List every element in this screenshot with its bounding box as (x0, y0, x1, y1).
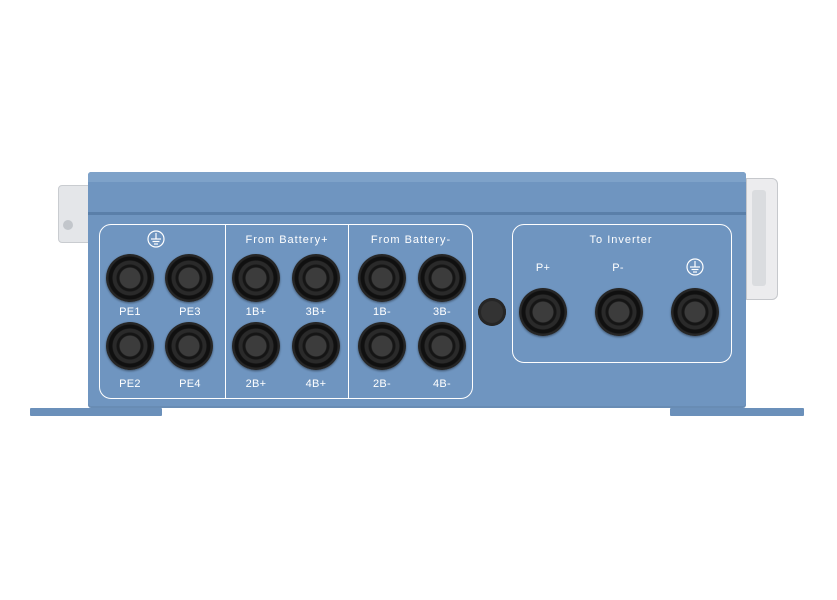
label-4b-plus: 4B+ (305, 378, 327, 390)
cable-gland-4b-minus (418, 322, 466, 370)
mounting-foot-right (670, 408, 804, 416)
header-from-battery-minus: From Battery- (370, 234, 452, 246)
label-p-plus: P+ (535, 262, 551, 274)
enclosure-lid (88, 172, 746, 182)
ground-symbol-icon (147, 230, 165, 248)
cable-gland-2b-minus (358, 322, 406, 370)
cable-gland-p-plus (519, 288, 567, 336)
cable-gland-p-minus (595, 288, 643, 336)
label-2b-minus: 2B- (372, 378, 392, 390)
cable-gland-pe4 (165, 322, 213, 370)
cable-gland-3b-minus (418, 254, 466, 302)
ground-symbol-icon (686, 258, 704, 276)
hinge (58, 185, 90, 243)
label-2b-plus: 2B+ (245, 378, 267, 390)
label-pe2: PE2 (119, 378, 141, 390)
latch-handle (752, 190, 766, 286)
cable-gland-pe2 (106, 322, 154, 370)
cable-gland-1b-minus (358, 254, 406, 302)
label-p-minus: P- (612, 262, 624, 274)
label-3b-minus: 3B- (432, 306, 452, 318)
cable-gland-pe1 (106, 254, 154, 302)
label-pe3: PE3 (179, 306, 201, 318)
label-pe4: PE4 (179, 378, 201, 390)
lid-seam (88, 212, 746, 215)
header-to-inverter: To Inverter (589, 234, 653, 246)
panel-divider (348, 224, 349, 399)
cable-gland-2b-plus (232, 322, 280, 370)
cable-gland-1b-plus (232, 254, 280, 302)
cable-gland-pe3 (165, 254, 213, 302)
cable-gland-3b-plus (292, 254, 340, 302)
label-4b-minus: 4B- (432, 378, 452, 390)
hinge-screw (63, 220, 73, 230)
label-3b-plus: 3B+ (305, 306, 327, 318)
label-1b-plus: 1B+ (245, 306, 267, 318)
label-1b-minus: 1B- (372, 306, 392, 318)
cable-gland-ground (671, 288, 719, 336)
cable-gland-4b-plus (292, 322, 340, 370)
breather-plug (478, 298, 506, 326)
header-from-battery-plus: From Battery+ (245, 234, 329, 246)
label-pe1: PE1 (119, 306, 141, 318)
mounting-foot-left (30, 408, 162, 416)
